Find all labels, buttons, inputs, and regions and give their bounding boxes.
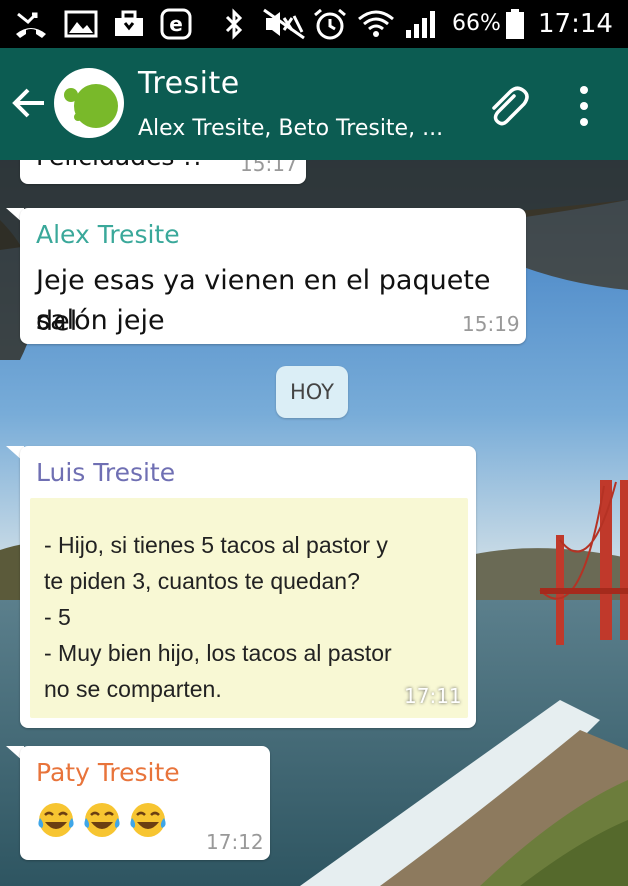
missed-call-icon <box>16 12 46 38</box>
battery-icon <box>506 9 524 39</box>
image-icon <box>64 10 98 38</box>
shared-image[interactable]: - Hijo, si tienes 5 tacos al pastor y te… <box>30 498 468 718</box>
battery-percent: 66% <box>452 11 501 36</box>
alarm-icon <box>314 8 346 40</box>
message-text: Felicidades !! <box>36 160 202 177</box>
status-time: 17:14 <box>538 9 613 39</box>
wifi-icon <box>358 10 394 37</box>
message-list[interactable]: Felicidades !! 15:17 Alex Tresite Jeje e… <box>0 160 628 886</box>
overflow-menu-icon[interactable] <box>572 84 596 128</box>
briefcase-icon <box>115 10 143 36</box>
image-text-line-1: - Hijo, si tienes 5 tacos al pastor y <box>44 532 388 558</box>
image-text-line-5: no se comparten. <box>44 676 222 702</box>
back-arrow-icon[interactable] <box>10 84 48 122</box>
mute-icon <box>263 8 305 40</box>
tears-of-joy-emoji-icon <box>38 803 74 837</box>
message-time: 17:12 <box>206 830 264 854</box>
day-separator: HOY <box>276 366 348 418</box>
chat-title[interactable]: Tresite <box>138 66 240 101</box>
sender-name[interactable]: Luis Tresite <box>36 458 175 487</box>
chat-header: Tresite Alex Tresite, Beto Tresite, ... <box>0 48 628 160</box>
message-time: 17:11 <box>404 684 462 708</box>
e-icon: e <box>160 8 192 40</box>
message-time: 15:17 <box>240 160 298 176</box>
signal-icon <box>406 11 435 38</box>
message-bubble-alex[interactable]: Alex Tresite Jeje esas ya vienen en el p… <box>20 208 526 344</box>
chat-subtitle[interactable]: Alex Tresite, Beto Tresite, ... <box>138 116 443 141</box>
message-bubble-luis[interactable]: Luis Tresite - Hijo, si tienes 5 tacos a… <box>20 446 476 728</box>
image-text-line-3: - 5 <box>44 604 71 630</box>
message-text-line-2: salón jeje <box>36 305 165 336</box>
tears-of-joy-emoji-icon <box>84 803 120 837</box>
sender-name[interactable]: Paty Tresite <box>36 758 180 787</box>
sender-name[interactable]: Alex Tresite <box>36 220 180 249</box>
image-text-line-2: te piden 3, cuantos te quedan? <box>44 568 360 594</box>
group-avatar[interactable] <box>54 68 124 138</box>
tears-of-joy-emoji-icon <box>130 803 166 837</box>
image-text-line-4: - Muy bien hijo, los tacos al pastor <box>44 640 392 666</box>
svg-text:e: e <box>169 12 183 36</box>
message-bubble-paty[interactable]: Paty Tresite 17:12 <box>20 746 270 860</box>
bluetooth-icon <box>225 8 243 40</box>
message-bubble-partial[interactable]: Felicidades !! 15:17 <box>20 160 306 184</box>
status-bar: e 66% 17:14 <box>0 0 628 48</box>
message-time: 15:19 <box>462 312 520 336</box>
paperclip-icon[interactable] <box>484 84 530 130</box>
